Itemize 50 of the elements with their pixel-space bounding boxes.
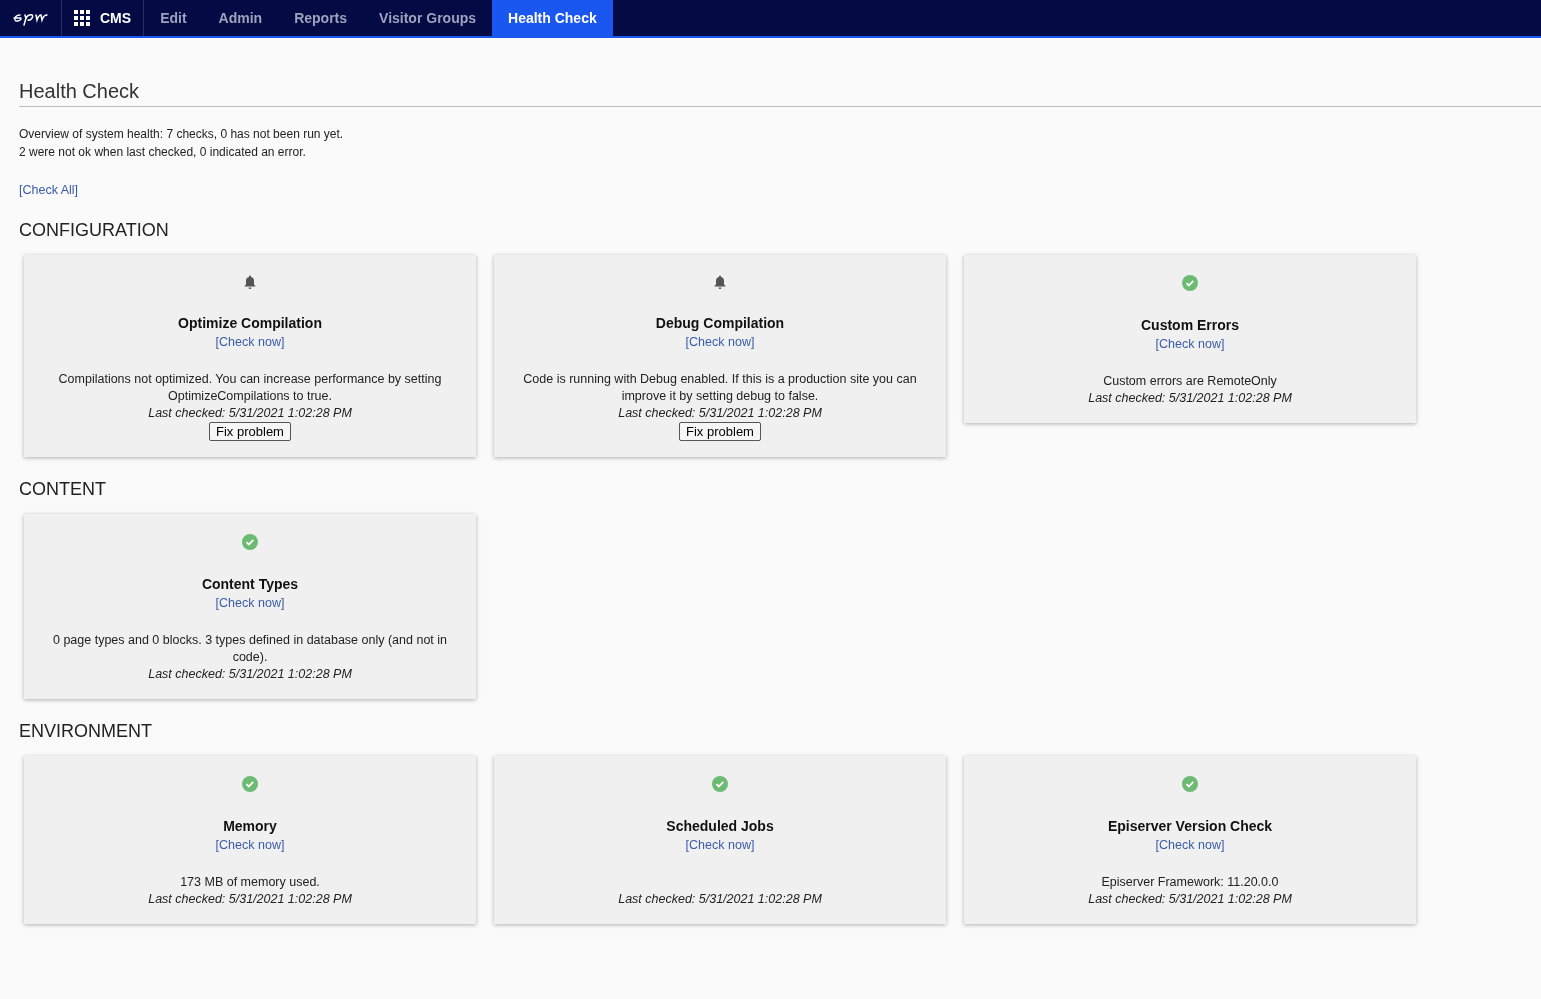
check-now-link[interactable]: [Check now]: [1155, 337, 1225, 351]
check-message: Code is running with Debug enabled. If this is a production site you can improve it by setting debug to false.: [522, 371, 918, 405]
bell-icon: [244, 275, 256, 289]
last-checked-text: Last checked: 5/31/2021 1:02:28 PM: [148, 891, 352, 908]
check-circle-icon: [242, 776, 258, 792]
check-circle-icon: [712, 776, 728, 792]
summary-text: 2 were not ok when last checked, 0 indicated an error.: [19, 144, 307, 161]
last-checked-text: Last checked: 5/31/2021 1:02:28 PM: [148, 405, 352, 422]
bell-icon: [714, 275, 726, 289]
check-now-link[interactable]: [Check now]: [215, 838, 285, 852]
last-checked-text: Last checked: 5/31/2021 1:02:28 PM: [618, 405, 822, 422]
check-name: Debug Compilation: [655, 315, 785, 331]
section-heading: CONTENT: [19, 479, 107, 500]
check-now-link[interactable]: [Check now]: [685, 335, 755, 349]
check-name: Content Types: [201, 576, 299, 592]
check-message: Compilations not optimized. You can increase performance by setting OptimizeCompilations to true.: [57, 371, 443, 405]
last-checked-text: Last checked: 5/31/2021 1:02:28 PM: [1088, 390, 1292, 407]
check-name: Memory: [223, 818, 277, 834]
check-circle-icon: [242, 534, 258, 550]
check-message: 173 MB of memory used.: [180, 874, 320, 891]
check-circle-icon: [1182, 275, 1198, 291]
nav-tab[interactable]: Health Check: [492, 0, 613, 36]
check-name: Optimize Compilation: [178, 315, 322, 331]
last-checked-text: Last checked: 5/31/2021 1:02:28 PM: [1088, 891, 1292, 908]
section-heading: CONFIGURATION: [19, 220, 170, 241]
nav-tab[interactable]: Reports: [278, 0, 364, 36]
check-now-link[interactable]: [Check now]: [1155, 838, 1225, 852]
product-name: CMS: [100, 10, 132, 26]
last-checked-text: Last checked: 5/31/2021 1:02:28 PM: [618, 891, 822, 908]
app-grid-icon[interactable]: [74, 10, 90, 26]
check-name: Episerver Version Check: [1107, 818, 1273, 834]
nav-tab[interactable]: Edit: [144, 0, 203, 36]
check-circle-icon: [1182, 776, 1198, 792]
check-message: Episerver Framework: 11.20.0.0: [1101, 874, 1279, 891]
nav-tab[interactable]: Admin: [202, 0, 279, 36]
check-name: Custom Errors: [1141, 317, 1239, 333]
summary-text: Overview of system health: 7 checks, 0 has not been run yet.: [19, 126, 345, 143]
section-heading: ENVIRONMENT: [19, 721, 153, 742]
fix-problem-button[interactable]: Fix problem: [679, 422, 761, 441]
check-now-link[interactable]: [Check now]: [215, 596, 285, 610]
check-name: Scheduled Jobs: [666, 818, 774, 834]
nav-tab[interactable]: Visitor Groups: [363, 0, 493, 36]
page-title: Health Check: [19, 80, 1541, 107]
check-now-link[interactable]: [Check now]: [685, 838, 755, 852]
last-checked-text: Last checked: 5/31/2021 1:02:28 PM: [148, 666, 352, 683]
check-now-link[interactable]: [Check now]: [215, 335, 285, 349]
fix-problem-button[interactable]: Fix problem: [209, 422, 291, 441]
check-message: 0 page types and 0 blocks. 3 types defined in database only (and not in code).: [52, 632, 448, 666]
check-message: Custom errors are RemoteOnly: [1103, 373, 1277, 390]
check-all-link[interactable]: [Check All]: [19, 183, 79, 197]
